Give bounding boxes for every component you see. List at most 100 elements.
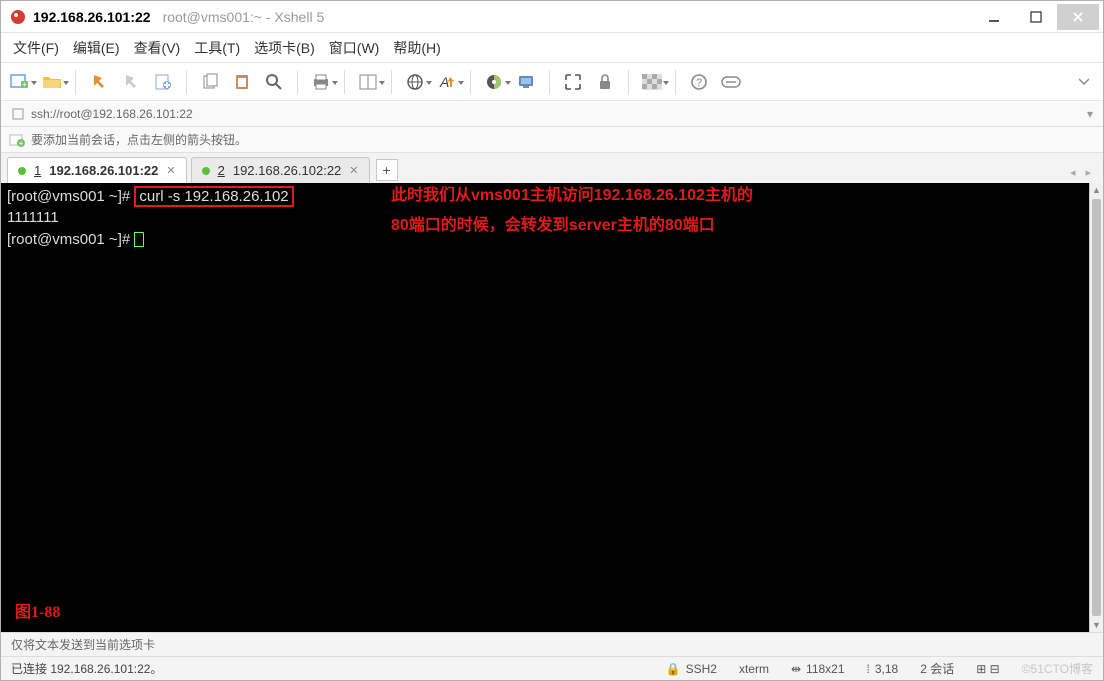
hint-add-icon[interactable]: +	[9, 132, 25, 148]
hint-bar: + 要添加当前会话，点击左侧的箭头按钮。	[1, 127, 1103, 153]
tab-session-2[interactable]: 2 192.168.26.102:22 ✕	[191, 157, 370, 183]
svg-text:?: ?	[696, 77, 702, 89]
session-log-icon[interactable]	[357, 71, 379, 93]
svg-text:+: +	[22, 80, 27, 89]
protocol-icon	[11, 107, 25, 121]
tab-close-icon[interactable]: ✕	[349, 164, 358, 177]
compose-hint-text: 仅将文本发送到当前选项卡	[11, 636, 155, 653]
status-protocol: 🔒SSH2	[666, 662, 717, 676]
menu-tabs[interactable]: 选项卡(B)	[254, 38, 315, 58]
separator	[675, 70, 676, 94]
status-spacer: ⊞ ⊟	[976, 662, 999, 676]
scroll-up-icon[interactable]: ▲	[1090, 183, 1103, 197]
status-sessions: 2 会话	[920, 660, 954, 677]
lock-icon[interactable]	[594, 71, 616, 93]
menu-edit[interactable]: 编辑(E)	[73, 38, 120, 58]
disconnect-icon[interactable]	[120, 71, 142, 93]
cursor-pos-icon: ⁞	[867, 662, 870, 676]
separator	[628, 70, 629, 94]
encoding-icon[interactable]	[404, 71, 426, 93]
paste-icon[interactable]	[231, 71, 253, 93]
new-session-icon[interactable]: +	[9, 71, 31, 93]
window-title-sub: root@vms001:~ - Xshell 5	[163, 9, 325, 25]
terminal-scrollbar[interactable]: ▲ ▼	[1089, 183, 1103, 632]
close-button[interactable]	[1057, 4, 1099, 30]
reconnect-icon[interactable]	[88, 71, 110, 93]
color-scheme-icon[interactable]	[483, 71, 505, 93]
address-url[interactable]: ssh://root@192.168.26.101:22	[31, 107, 1081, 121]
menu-view[interactable]: 查看(V)	[134, 38, 181, 58]
prompt: [root@vms001 ~]#	[7, 188, 134, 205]
address-bar: ssh://root@192.168.26.101:22 ▾	[1, 101, 1103, 127]
svg-text:A: A	[439, 74, 449, 90]
maximize-button[interactable]	[1015, 4, 1057, 30]
svg-text:+: +	[19, 139, 24, 148]
tab-nav: ◂ ▸	[1070, 166, 1097, 183]
menubar: 文件(F) 编辑(E) 查看(V) 工具(T) 选项卡(B) 窗口(W) 帮助(…	[1, 33, 1103, 63]
app-icon	[9, 8, 27, 26]
terminal-area: [root@vms001 ~]# curl -s 192.168.26.102 …	[1, 183, 1103, 632]
separator	[344, 70, 345, 94]
copy-icon[interactable]	[199, 71, 221, 93]
find-icon[interactable]	[263, 71, 285, 93]
menu-window[interactable]: 窗口(W)	[329, 38, 380, 58]
watermark: ©51CTO博客	[1022, 660, 1093, 677]
tab-prev-icon[interactable]: ◂	[1070, 166, 1076, 179]
tab-label: 192.168.26.101:22	[49, 163, 158, 178]
status-size: ⇹118x21	[791, 662, 845, 676]
properties-icon[interactable]	[152, 71, 174, 93]
menu-file[interactable]: 文件(F)	[13, 38, 59, 58]
status-dot-icon	[202, 167, 210, 175]
annotation-line1: 此时我们从vms001主机访问192.168.26.102主机的	[391, 185, 753, 207]
tab-close-icon[interactable]: ✕	[166, 164, 175, 177]
titlebar: 192.168.26.101:22 root@vms001:~ - Xshell…	[1, 1, 1103, 33]
address-close-icon[interactable]: ▾	[1087, 107, 1093, 121]
status-cursor: ⁞3,18	[867, 662, 899, 676]
figure-label: 图1-88	[15, 602, 60, 624]
terminal-output: 1111111	[7, 209, 59, 226]
toolbar: + A ?	[1, 63, 1103, 101]
compose-bar[interactable]: 仅将文本发送到当前选项卡	[1, 632, 1103, 656]
open-icon[interactable]	[41, 71, 63, 93]
font-icon[interactable]: A	[436, 71, 458, 93]
tab-next-icon[interactable]: ▸	[1085, 166, 1091, 179]
help-icon[interactable]: ?	[688, 71, 710, 93]
status-termtype: xterm	[739, 662, 769, 676]
tab-index: 2	[218, 163, 225, 178]
print-icon[interactable]	[310, 71, 332, 93]
separator	[549, 70, 550, 94]
prompt: [root@vms001 ~]#	[7, 231, 134, 248]
menu-help[interactable]: 帮助(H)	[393, 38, 440, 58]
menu-tools[interactable]: 工具(T)	[194, 38, 240, 58]
size-icon: ⇹	[791, 662, 801, 676]
tab-session-1[interactable]: 1 192.168.26.101:22 ✕	[7, 157, 187, 183]
compose-bar-icon[interactable]	[720, 71, 742, 93]
command-highlight: curl -s 192.168.26.102	[134, 186, 293, 207]
scroll-down-icon[interactable]: ▼	[1090, 618, 1103, 632]
hint-text: 要添加当前会话，点击左侧的箭头按钮。	[31, 131, 247, 148]
separator	[75, 70, 76, 94]
tab-strip: 1 192.168.26.101:22 ✕ 2 192.168.26.102:2…	[1, 153, 1103, 183]
toolbar-overflow-icon[interactable]	[1073, 71, 1095, 93]
tab-index: 1	[34, 163, 41, 178]
new-tab-button[interactable]: +	[376, 159, 398, 181]
tab-label: 192.168.26.102:22	[233, 163, 341, 178]
fullscreen-icon[interactable]	[562, 71, 584, 93]
annotation-line2: 80端口的时候，会转发到server主机的80端口	[391, 215, 715, 237]
lock-icon: 🔒	[666, 662, 681, 676]
status-bar: 已连接 192.168.26.101:22。 🔒SSH2 xterm ⇹118x…	[1, 656, 1103, 680]
separator	[470, 70, 471, 94]
window-title-host: 192.168.26.101:22	[33, 9, 151, 25]
separator	[391, 70, 392, 94]
separator	[186, 70, 187, 94]
separator	[297, 70, 298, 94]
status-connection: 已连接 192.168.26.101:22。	[11, 660, 162, 677]
scroll-thumb[interactable]	[1092, 199, 1101, 616]
transparent-icon[interactable]	[641, 71, 663, 93]
cursor	[134, 232, 144, 247]
xagent-icon[interactable]	[515, 71, 537, 93]
minimize-button[interactable]	[973, 4, 1015, 30]
status-dot-icon	[18, 167, 26, 175]
terminal[interactable]: [root@vms001 ~]# curl -s 192.168.26.102 …	[1, 183, 1089, 632]
window-controls	[973, 4, 1099, 30]
